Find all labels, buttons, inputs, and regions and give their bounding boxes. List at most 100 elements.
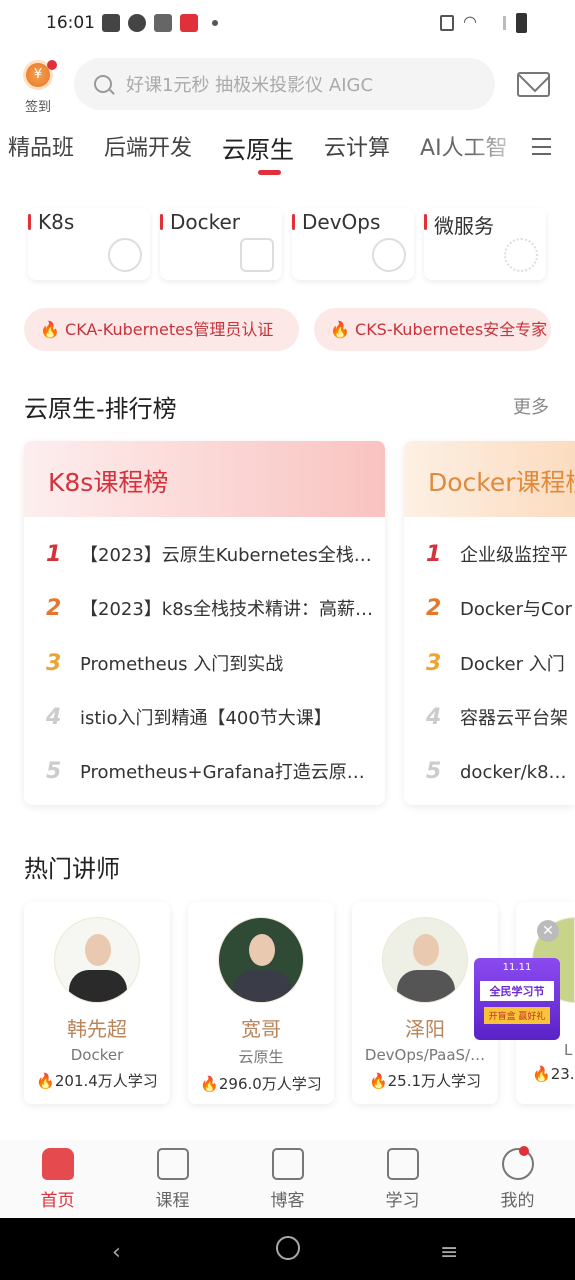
nav-label: 我的 xyxy=(500,1191,535,1211)
avatar xyxy=(218,917,304,1003)
category-tabs: 精品班 后端开发 云原生 云计算 AI人工智 xyxy=(8,130,508,164)
rank-number: 4 xyxy=(426,704,442,730)
tab-jingpinban[interactable]: 精品班 xyxy=(8,130,74,164)
rank-number: 2 xyxy=(426,595,442,621)
promo-subtitle: 开盲盒 赢好礼 xyxy=(484,1007,550,1024)
sign-in-button[interactable]: ¥ 签到 xyxy=(20,60,57,116)
vibrate-icon xyxy=(440,15,454,31)
rank-number: 2 xyxy=(46,595,62,621)
learner-count: 25.1万人学习 xyxy=(387,1072,482,1090)
teachers-title: 热门讲师 xyxy=(24,855,120,883)
teacher-name: 宽哥 xyxy=(241,1017,281,1041)
board-title: K8s课程榜 xyxy=(24,441,385,517)
course-title: 【2023】云原生Kubernetes全栈架构师… xyxy=(80,545,385,566)
learner-count: 201.4万人学习 xyxy=(54,1072,158,1090)
mail-icon[interactable] xyxy=(517,72,550,97)
hot-tag-cka[interactable]: 🔥 CKA-Kubernetes管理员认证 xyxy=(24,308,299,351)
list-item[interactable]: 1 企业级监控平 xyxy=(426,539,575,569)
tabs-fade xyxy=(470,128,530,168)
course-title: Prometheus+Grafana打造云原… xyxy=(80,762,365,783)
teacher-card[interactable]: 宽哥 云原生 🔥296.0万人学习 xyxy=(188,902,334,1104)
more-link[interactable]: 更多 xyxy=(513,393,549,419)
hot-tag-cks[interactable]: 🔥 CKS-Kubernetes安全专家 xyxy=(314,308,551,351)
fire-icon: 🔥 xyxy=(36,1072,55,1090)
teacher-card[interactable]: 韩先超 Docker 🔥201.4万人学习 xyxy=(24,902,170,1104)
ranking-board-docker: Docker课程榜 1 企业级监控平 2 Docker与Cor 3 Docker 入门… xyxy=(404,441,575,805)
menu-icon[interactable] xyxy=(532,138,551,155)
bag-notification-icon xyxy=(102,14,120,32)
bottom-nav: 首页 课程 博客 学习 我的 xyxy=(0,1140,575,1218)
fire-icon: 🔥 xyxy=(40,320,60,339)
nav-home[interactable]: 首页 xyxy=(0,1140,115,1218)
signal-icon xyxy=(492,16,506,30)
course-title: docker/k8s系 xyxy=(460,762,575,783)
nodes-icon xyxy=(504,238,538,272)
category-label: 微服务 xyxy=(434,214,494,238)
nav-courses[interactable]: 课程 xyxy=(115,1140,230,1218)
rank-number: 5 xyxy=(46,758,62,784)
home-circle-icon[interactable] xyxy=(276,1236,300,1260)
course-title: Docker 入门 xyxy=(460,654,565,675)
category-microservice[interactable]: 微服务 xyxy=(424,208,546,280)
infinity-icon xyxy=(372,238,406,272)
book-icon xyxy=(386,1148,419,1180)
list-item[interactable]: 1 【2023】云原生Kubernetes全栈架构师… xyxy=(46,539,385,569)
calendar-notification-icon xyxy=(154,14,172,32)
promo-title: 全民学习节 xyxy=(480,981,554,1001)
nav-label: 课程 xyxy=(155,1191,190,1211)
search-icon xyxy=(94,75,112,93)
course-title: 容器云平台架 xyxy=(460,708,568,729)
hot-tag-label: CKA-Kubernetes管理员认证 xyxy=(65,320,274,339)
nav-blog[interactable]: 博客 xyxy=(230,1140,345,1218)
list-item[interactable]: 2 Docker与Cor xyxy=(426,593,575,623)
play-icon xyxy=(156,1148,189,1180)
category-docker[interactable]: Docker xyxy=(160,208,282,280)
category-label: Docker xyxy=(170,210,241,234)
notification-dot xyxy=(519,1146,529,1156)
nav-label: 博客 xyxy=(270,1191,305,1211)
helm-wheel-icon xyxy=(108,238,142,272)
nav-study[interactable]: 学习 xyxy=(345,1140,460,1218)
accent-bar xyxy=(28,214,31,230)
close-icon[interactable]: ✕ xyxy=(537,920,559,942)
ranking-board-k8s: K8s课程榜 1 【2023】云原生Kubernetes全栈架构师… 2 【2023… xyxy=(24,441,385,805)
fire-icon: 🔥 xyxy=(330,320,350,339)
accent-bar xyxy=(424,214,427,230)
system-nav-bar: ‹ ≡ xyxy=(0,1218,575,1280)
back-icon[interactable]: ‹ xyxy=(112,1240,121,1265)
course-title: Prometheus 入门到实战 xyxy=(80,654,284,675)
recents-icon[interactable]: ≡ xyxy=(440,1240,458,1265)
course-title: Docker与Cor xyxy=(460,599,573,620)
clock: 16:01 xyxy=(46,13,95,33)
nav-me[interactable]: 我的 xyxy=(460,1140,575,1218)
list-item[interactable]: 3 Prometheus 入门到实战 xyxy=(46,648,385,678)
list-item[interactable]: 5 docker/k8s系 xyxy=(426,756,575,786)
teacher-name: 韩先超 xyxy=(67,1017,127,1041)
list-item[interactable]: 5 Prometheus+Grafana打造云原… xyxy=(46,756,385,786)
search-input[interactable]: 好课1元秒 抽极米投影仪 AIGC xyxy=(74,58,495,110)
ranking-title: 云原生-排行榜 xyxy=(24,395,177,423)
rank-number: 5 xyxy=(426,758,442,784)
category-k8s[interactable]: K8s xyxy=(28,208,150,280)
profile-icon xyxy=(501,1148,534,1180)
list-item[interactable]: 3 Docker 入门 xyxy=(426,648,575,678)
sign-in-label: 签到 xyxy=(24,100,51,115)
docker-whale-icon xyxy=(240,238,274,272)
course-title: 【2023】k8s全栈技术精讲：高薪… xyxy=(80,599,374,620)
accent-bar xyxy=(160,214,163,230)
category-devops[interactable]: DevOps xyxy=(292,208,414,280)
rank-number: 3 xyxy=(426,650,442,676)
list-item[interactable]: 4 容器云平台架 xyxy=(426,702,575,732)
tab-backend[interactable]: 后端开发 xyxy=(104,130,192,164)
list-item[interactable]: 2 【2023】k8s全栈技术精讲：高薪… xyxy=(46,593,385,623)
category-label: DevOps xyxy=(302,210,381,234)
tab-cloud-native[interactable]: 云原生 xyxy=(222,130,294,164)
avatar xyxy=(54,917,140,1003)
status-bar: 16:01 ◠ xyxy=(0,0,575,44)
tab-cloud-computing[interactable]: 云计算 xyxy=(324,130,390,164)
promo-floating-badge[interactable]: 11.11 全民学习节 开盲盒 赢好礼 xyxy=(474,958,560,1040)
board-title: Docker课程榜 xyxy=(404,441,575,517)
search-placeholder: 好课1元秒 抽极米投影仪 AIGC xyxy=(126,75,374,96)
list-item[interactable]: 4 istio入门到精通【400节大课】 xyxy=(46,702,385,732)
teacher-tag: Docker xyxy=(70,1046,124,1064)
